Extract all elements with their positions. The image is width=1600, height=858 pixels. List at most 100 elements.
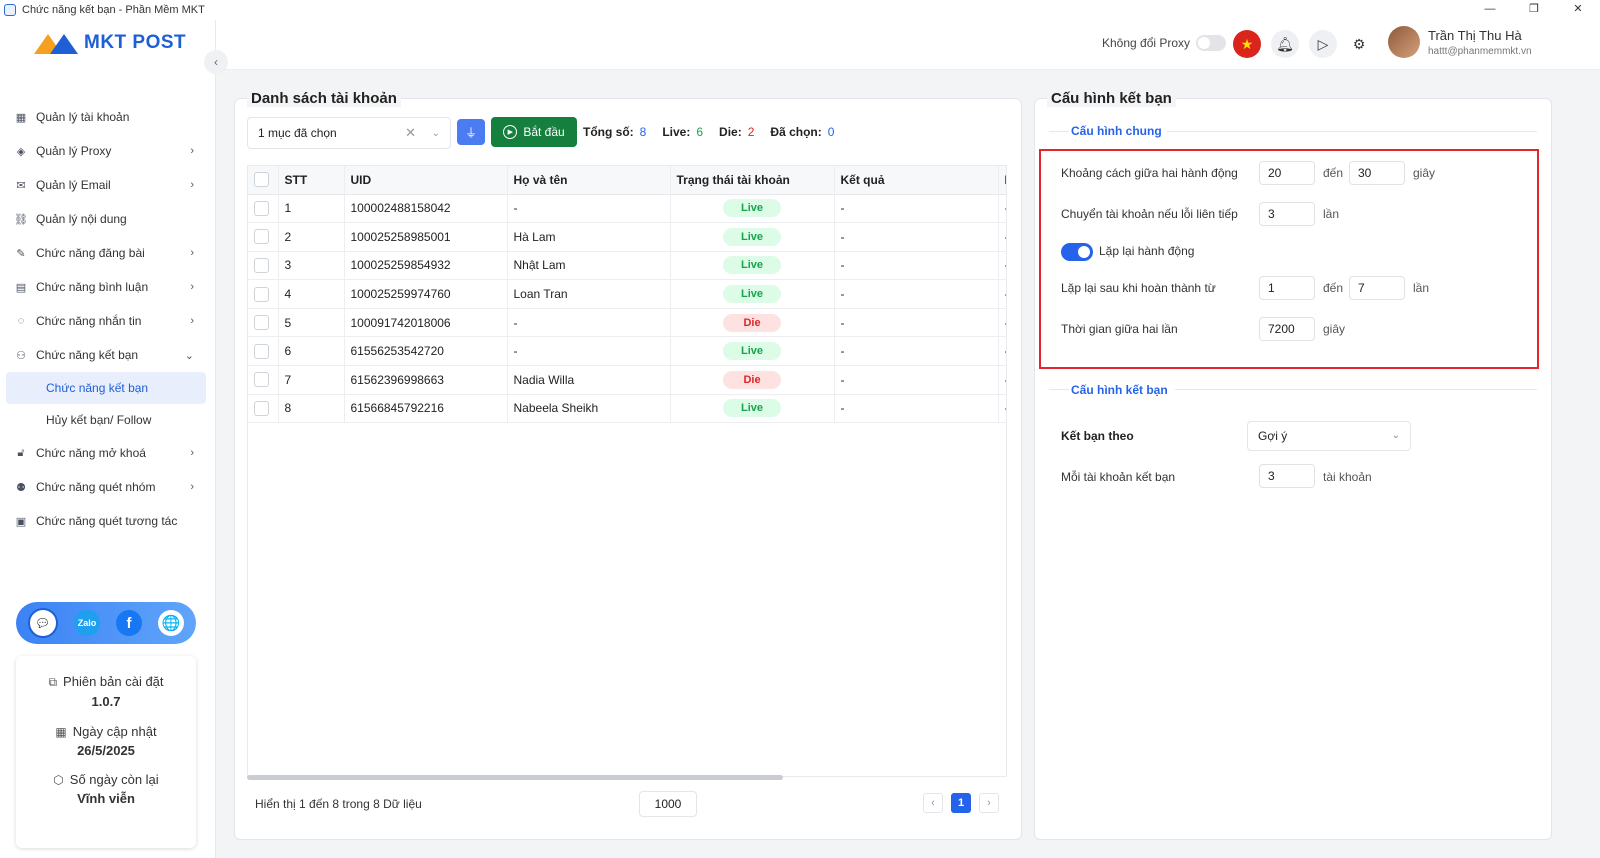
sidebar-item-unlock[interactable]: 🔓︎ Chức năng mở khoá › — [0, 436, 216, 470]
chevron-right-icon: › — [190, 145, 194, 157]
per-account-label: Mỗi tài khoản kết bạn — [1061, 470, 1176, 484]
friend-by-select[interactable]: Gợi ý ⌄ — [1247, 421, 1411, 451]
cell-uid: 61566845792216 — [344, 394, 508, 424]
globe-icon[interactable]: 🌐 — [158, 610, 184, 636]
table-row[interactable]: 861566845792216Nabeela Sheikh Live -- — [248, 394, 1006, 424]
sidebar-item-accounts[interactable]: ▦ Quản lý tài khoản — [0, 100, 216, 134]
logo: MKT POST — [34, 32, 186, 54]
status-badge: Live — [723, 342, 781, 361]
gear-icon[interactable]: ⚙ — [1345, 30, 1373, 58]
sidebar-item-friend[interactable]: ⚇ Chức năng kết bạn ⌄ — [0, 338, 216, 372]
table-row[interactable]: 3100025259854932Nhật Lam Live -- — [248, 251, 1006, 281]
general-config-title: Cấu hình chung — [1071, 124, 1162, 138]
mail-icon: ✉ — [16, 179, 26, 192]
column-header[interactable]: Trạng thái tài khoản — [670, 166, 835, 195]
sidebar-item-label: Chức năng mở khoá — [36, 446, 146, 460]
sidebar-item-email[interactable]: ✉ Quản lý Email › — [0, 168, 216, 202]
per-account-input[interactable]: 3 — [1259, 464, 1315, 488]
next-page-button[interactable]: › — [979, 793, 999, 813]
collapse-sidebar-button[interactable]: ‹ — [204, 50, 228, 74]
row-checkbox[interactable] — [254, 257, 269, 273]
column-header[interactable]: STT — [278, 166, 345, 195]
zalo-icon[interactable]: Zalo — [74, 610, 100, 636]
column-header[interactable]: UID — [344, 166, 508, 195]
config-panel: Cấu hình kết bạn Cấu hình chung Khoảng c… — [1034, 90, 1552, 840]
clear-icon[interactable]: ✕ — [405, 125, 416, 141]
row-checkbox[interactable] — [254, 286, 269, 302]
cell-extra: - — [998, 308, 1006, 338]
sidebar-subitem-unfriend[interactable]: Hủy kết bạn/ Follow — [0, 404, 216, 436]
close-button[interactable]: ✕ — [1556, 0, 1600, 20]
row-checkbox[interactable] — [254, 372, 269, 388]
sidebar-item-scan-interaction[interactable]: ▣ Chức năng quét tương tác — [0, 504, 216, 538]
horizontal-scrollbar[interactable] — [247, 775, 783, 780]
cell-extra: - — [998, 251, 1006, 281]
chevron-down-icon: ⌄ — [1391, 430, 1400, 441]
table-row[interactable]: 4100025259974760Loan Tran Live -- — [248, 279, 1006, 309]
sidebar-item-content[interactable]: ⛓ Quản lý nội dung — [0, 202, 216, 236]
table-row[interactable]: 661556253542720-Live-- — [248, 336, 1006, 367]
status-badge: Live — [723, 399, 781, 418]
row-checkbox[interactable] — [254, 315, 269, 331]
sidebar-item-scan-group[interactable]: ⚉ Chức năng quét nhóm › — [0, 470, 216, 504]
table-row[interactable]: 761562396998663Nadia Willa Die -- — [248, 365, 1006, 395]
minimize-button[interactable]: — — [1468, 0, 1512, 20]
vietnam-flag-icon[interactable]: ★ — [1233, 30, 1261, 58]
cell-name: Nadia Willa — [507, 365, 671, 395]
start-label: Bắt đầu — [523, 125, 565, 139]
table-row[interactable]: 2100025258985001Hà Lam Live -- — [248, 222, 1006, 252]
play-icon[interactable]: ▷ — [1309, 30, 1337, 58]
prev-page-button[interactable]: ‹ — [923, 793, 943, 813]
account-select[interactable]: 1 mục đã chọn ✕ ⌄ — [247, 117, 451, 149]
column-header[interactable]: Kết quả — [834, 166, 999, 195]
sidebar-item-label: Chức năng quét nhóm — [36, 480, 156, 494]
cell-name: - — [507, 336, 671, 367]
row-checkbox[interactable] — [254, 229, 269, 245]
stat-die-value: 2 — [747, 125, 755, 139]
gap-from-input[interactable]: 20 — [1259, 161, 1315, 185]
stat-total: Tổng số: 8 — [583, 125, 647, 139]
stat-selected: Đã chọn: 0 — [770, 125, 835, 139]
table-row[interactable]: 1100002488158042-Live-- — [248, 194, 1006, 224]
sidebar-item-comment[interactable]: ▤ Chức năng bình luận › — [0, 270, 216, 304]
page-size-input[interactable]: 1000 — [639, 791, 697, 817]
restore-button[interactable]: ❐ — [1512, 0, 1556, 20]
logo-mark-icon — [34, 32, 78, 54]
interval-input[interactable]: 7200 — [1259, 317, 1315, 341]
user-profile[interactable]: Trần Thị Thu Hà hattt@phanmemmkt.vn — [1388, 26, 1532, 58]
repeat-from-input[interactable]: 1 — [1259, 276, 1315, 300]
sidebar-item-posting[interactable]: ✎ Chức năng đăng bài › — [0, 236, 216, 270]
scan-icon: ▣ — [15, 515, 27, 528]
gap-to-input[interactable]: 30 — [1349, 161, 1405, 185]
sidebar-item-proxy[interactable]: ◈ Quản lý Proxy › — [0, 134, 216, 168]
window-titlebar: Chức năng kết bạn - Phần Mềm MKT — ❐ ✕ — [0, 0, 1600, 20]
sidebar-item-label: Chức năng nhắn tin — [36, 314, 142, 328]
column-header[interactable]: Họ và tên — [507, 166, 671, 195]
proxy-toggle[interactable] — [1196, 35, 1227, 51]
status-badge: Live — [723, 285, 781, 304]
sidebar-item-message[interactable]: ◌ Chức năng nhắn tin › — [0, 304, 216, 338]
switch-error-input[interactable]: 3 — [1259, 202, 1315, 226]
page-button[interactable]: 1 — [951, 793, 971, 813]
table-header-row: STT UID Họ và tên Trạng thái tài khoản K… — [248, 166, 1006, 195]
bell-icon[interactable]: 🔔︎ — [1271, 30, 1299, 58]
config-title: Cấu hình kết bạn — [1047, 90, 1176, 107]
repeat-toggle[interactable] — [1061, 243, 1093, 261]
sidebar-item-label: Quản lý Proxy — [36, 144, 112, 158]
facebook-icon[interactable]: f — [116, 610, 142, 636]
cell-stt: 7 — [278, 365, 345, 395]
sidebar-item-label: Quản lý tài khoản — [36, 110, 130, 124]
lock-icon: 🔓︎ — [17, 446, 25, 459]
repeat-to-input[interactable]: 7 — [1349, 276, 1405, 300]
clear-filter-button[interactable]: ⏚ — [457, 119, 485, 145]
row-checkbox[interactable] — [254, 200, 269, 216]
sidebar-subitem-friend[interactable]: Chức năng kết bạn — [6, 372, 206, 404]
row-checkbox[interactable] — [254, 343, 269, 359]
select-all-checkbox[interactable] — [254, 172, 269, 188]
row-checkbox[interactable] — [254, 400, 269, 416]
start-button[interactable]: ▶ Bắt đầu — [491, 117, 577, 147]
top-header: Không đổi Proxy ★ 🔔︎ ▷ ⚙ Trần Thị Thu Hà… — [216, 20, 1600, 70]
table-row[interactable]: 5100091742018006-Die-- — [248, 308, 1006, 338]
column-header[interactable]: H — [998, 166, 1006, 195]
support-icon[interactable]: 💬 — [28, 608, 58, 638]
